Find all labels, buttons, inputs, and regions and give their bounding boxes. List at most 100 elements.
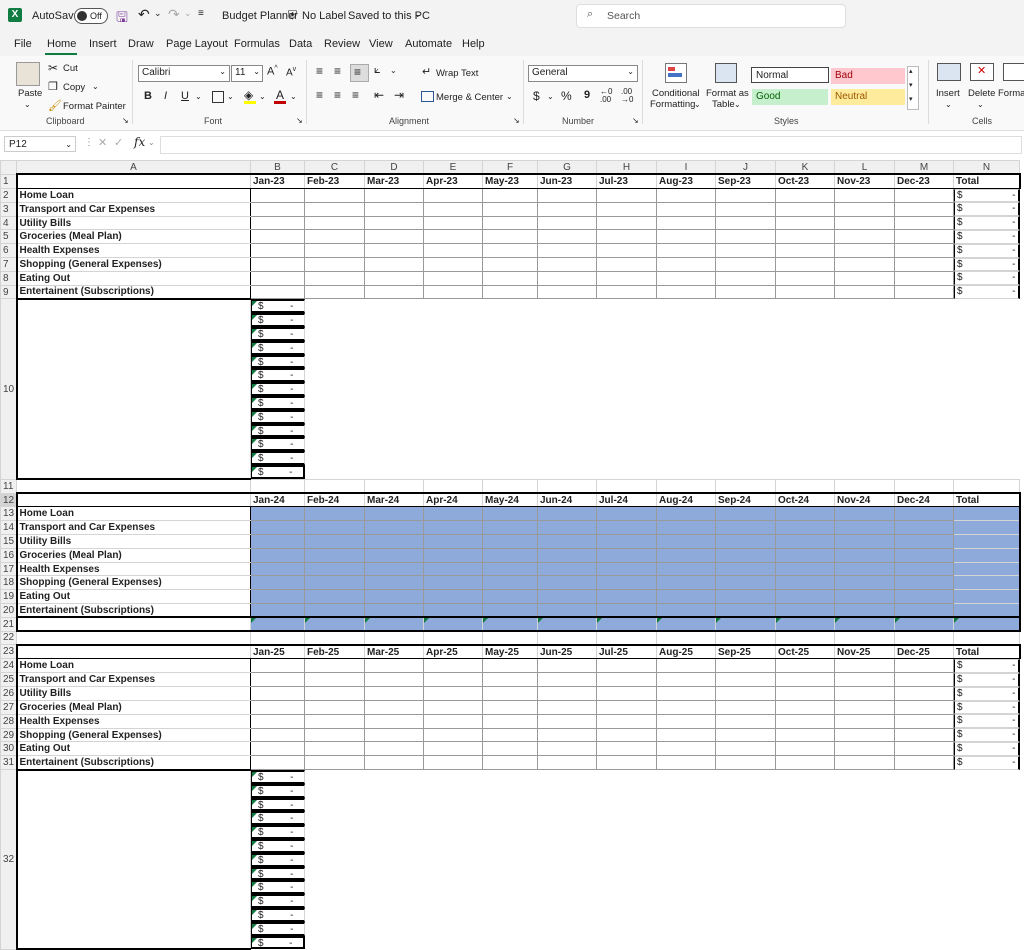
total-cell[interactable]: $ - xyxy=(954,202,1020,217)
month-cell[interactable] xyxy=(482,520,538,536)
month-cell[interactable] xyxy=(775,755,835,771)
row-header-25[interactable]: 25 xyxy=(0,672,17,688)
month-cell[interactable] xyxy=(423,603,483,618)
total-cell[interactable]: $ - xyxy=(954,285,1020,299)
month-header[interactable]: Jun-25 xyxy=(537,643,597,660)
conditional-formatting-label-1[interactable]: Conditional xyxy=(652,88,700,99)
month-cell[interactable] xyxy=(423,575,483,591)
month-cell[interactable] xyxy=(250,672,305,688)
month-cell[interactable] xyxy=(834,547,895,563)
monthly-total-cell[interactable]: $ - xyxy=(251,839,305,853)
month-cell[interactable] xyxy=(537,686,597,702)
monthly-total-cell[interactable]: $ - xyxy=(251,921,305,936)
row-header-4[interactable]: 4 xyxy=(0,215,17,231)
row-header-15[interactable]: 15 xyxy=(0,534,17,549)
month-cell[interactable] xyxy=(250,229,305,245)
month-cell[interactable] xyxy=(537,187,597,203)
month-header[interactable]: Apr-25 xyxy=(423,643,483,660)
row-header-28[interactable]: 28 xyxy=(0,713,17,729)
month-cell[interactable] xyxy=(537,243,597,259)
month-header[interactable]: Mar-23 xyxy=(364,173,424,189)
month-cell[interactable] xyxy=(250,257,305,272)
chevron-down-icon[interactable]: ⌄ xyxy=(945,100,952,109)
month-cell[interactable] xyxy=(482,506,538,522)
column-header-c[interactable]: C xyxy=(304,160,365,175)
column-header-i[interactable]: I xyxy=(656,160,716,175)
chevron-down-icon[interactable]: ⌄ xyxy=(148,138,155,147)
month-header[interactable]: Dec-23 xyxy=(894,173,954,189)
month-cell[interactable] xyxy=(482,686,538,702)
monthly-total-cell[interactable] xyxy=(423,616,483,633)
worksheet-grid[interactable]: A B C D E F G H I J K L M N 1 Jan-23 Feb-23 Mar-23 Apr-23 M… xyxy=(0,160,1021,950)
empty-cell[interactable] xyxy=(482,630,538,646)
row-header-18[interactable]: 18 xyxy=(0,575,17,591)
monthly-total-cell[interactable]: $ - xyxy=(251,894,305,909)
row-header-11[interactable]: 11 xyxy=(0,478,17,494)
month-cell[interactable] xyxy=(537,201,597,217)
increase-font-icon[interactable]: A^ xyxy=(267,65,278,78)
month-cell[interactable] xyxy=(482,700,538,715)
empty-cell[interactable] xyxy=(834,478,895,494)
insert-cells-button[interactable]: Insert xyxy=(936,88,960,99)
row-header-10[interactable]: 10 xyxy=(0,298,17,480)
month-cell[interactable] xyxy=(250,713,305,729)
month-cell[interactable] xyxy=(656,700,716,715)
month-cell[interactable] xyxy=(775,243,835,259)
month-cell[interactable] xyxy=(250,700,305,715)
empty-cell[interactable] xyxy=(715,630,776,646)
font-color-icon[interactable]: A xyxy=(276,88,284,102)
month-cell[interactable] xyxy=(250,215,305,231)
empty-cell[interactable] xyxy=(596,630,657,646)
total-cell[interactable] xyxy=(953,575,1021,591)
month-cell[interactable] xyxy=(537,755,597,771)
search-box[interactable]: ⌕ Search xyxy=(576,4,846,28)
copy-button[interactable]: Copy xyxy=(63,82,85,93)
category-label[interactable]: Transport and Car Expenses xyxy=(15,672,251,688)
month-cell[interactable] xyxy=(304,575,365,591)
undo-dropdown-icon[interactable]: ⌄ xyxy=(154,8,162,19)
fill-color-icon[interactable]: ◈ xyxy=(244,88,253,102)
total-cell[interactable]: $ - xyxy=(954,271,1020,286)
total-cell[interactable]: $ - xyxy=(954,188,1020,203)
month-cell[interactable] xyxy=(715,603,776,618)
month-cell[interactable] xyxy=(656,741,716,757)
chevron-down-icon[interactable]: ⌄ xyxy=(694,100,701,109)
italic-button[interactable]: I xyxy=(164,90,167,102)
month-cell[interactable] xyxy=(596,520,657,536)
redo-dropdown-icon[interactable]: ⌄ xyxy=(184,8,192,19)
category-label[interactable]: Utility Bills xyxy=(15,215,251,231)
total-cell[interactable] xyxy=(953,534,1021,549)
month-cell[interactable] xyxy=(423,270,483,286)
month-cell[interactable] xyxy=(656,257,716,272)
month-cell[interactable] xyxy=(656,589,716,604)
month-cell[interactable] xyxy=(656,243,716,259)
month-cell[interactable] xyxy=(304,270,365,286)
month-cell[interactable] xyxy=(715,672,776,688)
month-cell[interactable] xyxy=(482,547,538,563)
month-cell[interactable] xyxy=(894,506,954,522)
empty-cell[interactable] xyxy=(656,630,716,646)
month-cell[interactable] xyxy=(834,672,895,688)
month-cell[interactable] xyxy=(596,257,657,272)
empty-cell[interactable] xyxy=(16,630,251,646)
month-cell[interactable] xyxy=(596,229,657,245)
month-cell[interactable] xyxy=(596,727,657,743)
monthly-total-cell[interactable]: $ - xyxy=(251,852,305,867)
chevron-down-icon[interactable]: ⌄ xyxy=(734,100,741,109)
name-box[interactable]: P12 ⌄ xyxy=(4,136,76,152)
month-cell[interactable] xyxy=(775,741,835,757)
month-header[interactable]: Sep-24 xyxy=(715,492,776,508)
font-size-select[interactable]: 11 ⌄ xyxy=(231,65,263,82)
month-cell[interactable] xyxy=(482,257,538,272)
month-cell[interactable] xyxy=(775,284,835,300)
monthly-total-cell[interactable] xyxy=(834,616,895,633)
month-cell[interactable] xyxy=(304,534,365,549)
enter-icon[interactable]: ✓ xyxy=(114,136,123,149)
column-header-e[interactable]: E xyxy=(423,160,483,175)
tab-view[interactable]: View xyxy=(369,38,393,50)
month-cell[interactable] xyxy=(364,658,424,674)
increase-indent-icon[interactable]: ⇥ xyxy=(394,88,404,102)
month-cell[interactable] xyxy=(482,603,538,618)
month-cell[interactable] xyxy=(656,229,716,245)
month-header[interactable]: Jun-24 xyxy=(537,492,597,508)
